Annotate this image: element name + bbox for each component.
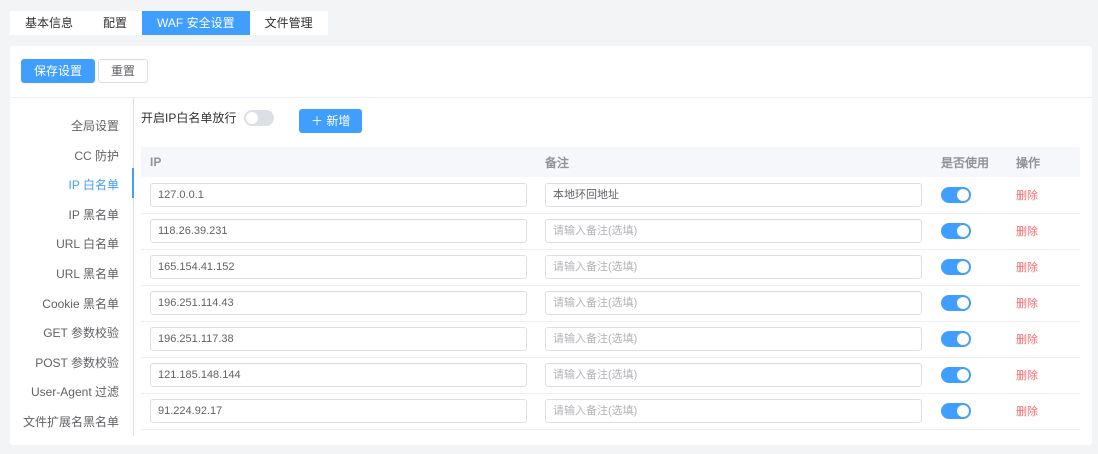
enabled-toggle[interactable] [941,331,971,347]
enabled-toggle[interactable] [941,403,971,419]
table-row: 196.251.117.38 请输入备注(选填) 删除 [141,321,1080,358]
enabled-toggle[interactable] [941,223,971,239]
settings-sidebar: 全局设置 CC 防护 IP 白名单 IP 黑名单 URL 白名单 URL 黑名单 Cooki… [10,98,134,436]
ip-input[interactable]: 121.185.148.144 [150,363,527,387]
tab-basic-info[interactable]: 基本信息 [10,11,88,35]
tab-config[interactable]: 配置 [88,11,142,35]
remark-input[interactable]: 本地环回地址 [545,182,922,207]
save-button[interactable]: 保存设置 [21,59,96,83]
sidebar-item[interactable]: POST 参数校验 [35,354,119,371]
sidebar-item[interactable]: IP 黑名单 [69,206,119,223]
ip-whitelist-table: IP 备注 是否使用 操作 127.0.0.1 本地环回地址 删除 118.26.… [141,147,1080,430]
table-row: 165.154.41.152 请输入备注(选填) 删除 [141,249,1080,286]
ip-input[interactable]: 165.154.41.152 [150,255,527,279]
sidebar-item[interactable]: IP 白名单 [69,176,119,193]
add-button[interactable]: ＋ 新增 [299,109,363,133]
column-remark: 备注 [536,147,932,177]
ip-input[interactable]: 196.251.114.43 [150,291,527,315]
enabled-toggle[interactable] [941,295,971,311]
enabled-toggle[interactable] [941,367,971,383]
remark-input[interactable]: 请输入备注(选填) [545,327,922,351]
plus-icon: ＋ [311,114,324,128]
table-row: 121.185.148.144 请输入备注(选填) 删除 [141,357,1080,394]
sidebar-item[interactable]: URL 白名单 [56,235,119,252]
remark-input[interactable]: 请输入备注(选填) [545,219,922,243]
sidebar-item[interactable]: CC 防护 [74,147,119,164]
delete-button[interactable]: 删除 [1016,226,1038,238]
whitelist-toggle-label: 开启IP白名单放行 [141,111,237,125]
sidebar-item[interactable]: 全局设置 [71,117,119,134]
sidebar-item[interactable]: User-Agent 过滤 [31,383,119,400]
tab-waf-settings[interactable]: WAF 安全设置 [142,11,250,35]
add-label: 新增 [326,114,351,128]
sidebar-item[interactable]: URL 黑名单 [56,265,119,282]
sidebar-item[interactable]: Cookie 黑名单 [42,295,119,312]
waf-settings-card: 保存设置 重置 全局设置 CC 防护 IP 白名单 IP 黑名单 URL 白名单 URL … [10,46,1092,445]
active-indicator [132,168,134,199]
delete-button[interactable]: 删除 [1016,406,1038,418]
ip-input[interactable]: 118.26.39.231 [150,219,527,243]
delete-button[interactable]: 删除 [1016,262,1038,274]
remark-input[interactable]: 请输入备注(选填) [545,363,922,387]
tab-bar: 基本信息 配置 WAF 安全设置 文件管理 [10,11,328,35]
delete-button[interactable]: 删除 [1016,370,1038,382]
table-row: 127.0.0.1 本地环回地址 删除 [141,177,1080,214]
delete-button[interactable]: 删除 [1016,298,1038,310]
table-row: 91.224.92.17 请输入备注(选填) 删除 [141,393,1080,430]
sidebar-item[interactable]: GET 参数校验 [43,324,119,341]
table-row: 118.26.39.231 请输入备注(选填) 删除 [141,213,1080,250]
whitelist-toggle[interactable] [244,109,275,126]
sidebar-item[interactable]: 文件扩展名黑名单 [23,413,119,430]
remark-input[interactable]: 请输入备注(选填) [545,255,922,279]
remark-input[interactable]: 请输入备注(选填) [545,399,922,423]
ip-input[interactable]: 91.224.92.17 [150,399,527,423]
enabled-toggle[interactable] [941,186,971,203]
column-ip: IP [141,147,536,177]
column-action: 操作 [1007,147,1080,177]
tab-file-management[interactable]: 文件管理 [250,11,328,35]
delete-button[interactable]: 删除 [1016,334,1038,346]
delete-button[interactable]: 删除 [1016,190,1038,202]
table-row: 196.251.114.43 请输入备注(选填) 删除 [141,285,1080,322]
column-enabled: 是否使用 [932,147,1007,177]
enabled-toggle[interactable] [941,259,971,275]
ip-input[interactable]: 196.251.117.38 [150,327,527,351]
whitelist-toggle-row: 开启IP白名单放行 [141,109,275,126]
remark-input[interactable]: 请输入备注(选填) [545,291,922,315]
ip-input[interactable]: 127.0.0.1 [150,182,527,207]
reset-button[interactable]: 重置 [98,59,149,83]
divider [10,97,1092,98]
